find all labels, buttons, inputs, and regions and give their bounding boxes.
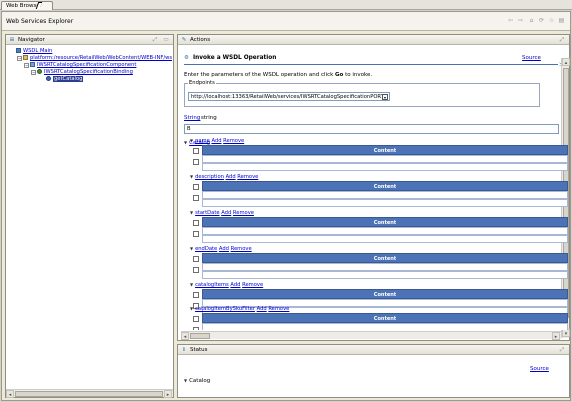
content-cell[interactable] (202, 323, 568, 330)
remove-link[interactable]: Remove (268, 306, 289, 312)
expand-triangle-icon[interactable]: ▼ (184, 378, 187, 383)
parameter-name-link[interactable]: catalogItemBySkuFilter (195, 306, 255, 312)
content-cell[interactable] (202, 191, 568, 199)
content-header-bar: Content (202, 181, 568, 191)
parameter-group-catalogItemBySkuFilter: ▼ catalogItemBySkuFilter Add Remove Conten… (190, 305, 568, 330)
editor-tab-strip: Web Browser (0, 0, 572, 10)
row-checkbox[interactable] (193, 148, 199, 154)
scroll-left-icon[interactable]: ◂ (6, 390, 14, 398)
status-catalog-label: Catalog (189, 378, 211, 384)
parameter-name-link[interactable]: description (195, 174, 224, 180)
scroll-right-icon[interactable]: ▸ (164, 390, 172, 398)
add-link[interactable]: Add (221, 210, 231, 216)
row-checkbox[interactable] (193, 267, 199, 273)
scroll-left-icon[interactable]: ◂ (181, 332, 189, 340)
status-panel: i Status ⤢ Source ▼ Catalog (177, 344, 570, 398)
parameter-header: ▼ endDate Add Remove (190, 245, 252, 252)
remove-link[interactable]: Remove (242, 282, 263, 288)
parameter-header: ▼ catalogItems Add Remove (190, 281, 263, 288)
actions-horizontal-scrollbar[interactable]: ◂ ▸ (181, 331, 561, 340)
content-cell[interactable] (202, 199, 568, 207)
scroll-right-icon[interactable]: ▸ (552, 332, 560, 340)
maximize-icon[interactable]: ⤢ (559, 347, 565, 353)
remove-link[interactable]: Remove (233, 210, 254, 216)
remove-link[interactable]: Remove (231, 246, 252, 252)
status-title: Status (190, 347, 208, 353)
expand-triangle-icon[interactable]: ▼ (190, 281, 193, 288)
row-checkbox[interactable] (193, 231, 199, 237)
parameter-group-endDate: ▼ endDate Add Remove Content (190, 245, 568, 279)
expand-triangle-icon[interactable]: ▼ (190, 305, 193, 312)
tab-web-browser[interactable]: Web Browser (1, 1, 54, 10)
content-header-bar: Content (202, 217, 568, 227)
status-catalog-header[interactable]: ▼ Catalog (184, 378, 210, 384)
parameter-group-description: ▼ description Add Remove Content (190, 173, 568, 207)
info-icon: i (183, 347, 185, 353)
content-cell[interactable] (202, 163, 568, 171)
status-header: i Status ⤢ (178, 345, 569, 355)
add-link[interactable]: Add (257, 306, 267, 312)
parameter-name-link[interactable]: startDate (195, 210, 219, 216)
row-checkbox[interactable] (193, 220, 199, 226)
row-checkbox[interactable] (193, 292, 199, 298)
row-checkbox[interactable] (193, 159, 199, 165)
content-header-bar: Content (202, 145, 568, 155)
content-cell[interactable] (202, 155, 568, 163)
scroll-thumb[interactable] (190, 333, 210, 339)
scroll-thumb[interactable] (15, 391, 163, 397)
remove-link[interactable]: Remove (237, 174, 258, 180)
add-link[interactable]: Add (226, 174, 236, 180)
content-cell[interactable] (202, 271, 568, 279)
parameter-name-link[interactable]: catalogItems (195, 282, 229, 288)
parameter-header: ▼ catalogItemBySkuFilter Add Remove (190, 305, 289, 312)
content-header-bar: Content (202, 253, 568, 263)
parameter-header: ▼ description Add Remove (190, 173, 258, 180)
row-checkbox[interactable] (193, 184, 199, 190)
row-checkbox[interactable] (193, 327, 199, 330)
web-services-explorer: Web Services Explorer ⇦ ⇨ ⌂ ⟳ ☆ ▤ ⊞ Navi… (1, 11, 571, 401)
add-link[interactable]: Add (219, 246, 229, 252)
parameter-group-startDate: ▼ startDate Add Remove Content (190, 209, 568, 243)
content-header-bar: Content (202, 313, 568, 323)
row-checkbox[interactable] (193, 195, 199, 201)
parameter-header: ▼ startDate Add Remove (190, 209, 254, 216)
expand-triangle-icon[interactable]: ▼ (190, 209, 193, 216)
expand-triangle-icon[interactable]: ▼ (190, 245, 193, 252)
scroll-down-icon[interactable]: ▾ (562, 329, 570, 337)
content-cell[interactable] (202, 227, 568, 235)
row-checkbox[interactable] (193, 316, 199, 322)
parameter-name-link[interactable]: endDate (195, 246, 217, 252)
status-source-link[interactable]: Source (530, 366, 549, 372)
parameter-name-link[interactable]: name (195, 138, 210, 144)
content-header-bar: Content (202, 289, 568, 299)
expand-triangle-icon[interactable]: ▼ (190, 173, 193, 180)
navigator-horizontal-scrollbar[interactable]: ◂ ▸ (6, 389, 173, 398)
row-checkbox[interactable] (193, 256, 199, 262)
parameter-groups: ▼ name Add Remove Content ▼ description Add … (2, 12, 570, 330)
add-link[interactable]: Add (230, 282, 240, 288)
add-link[interactable]: Add (211, 138, 221, 144)
remove-link[interactable]: Remove (223, 138, 244, 144)
content-cell[interactable] (202, 263, 568, 271)
parameter-group-name: ▼ name Add Remove Content (190, 137, 568, 171)
parameter-header: ▼ name Add Remove (190, 137, 244, 144)
expand-triangle-icon[interactable]: ▼ (190, 137, 193, 144)
content-cell[interactable] (202, 235, 568, 243)
